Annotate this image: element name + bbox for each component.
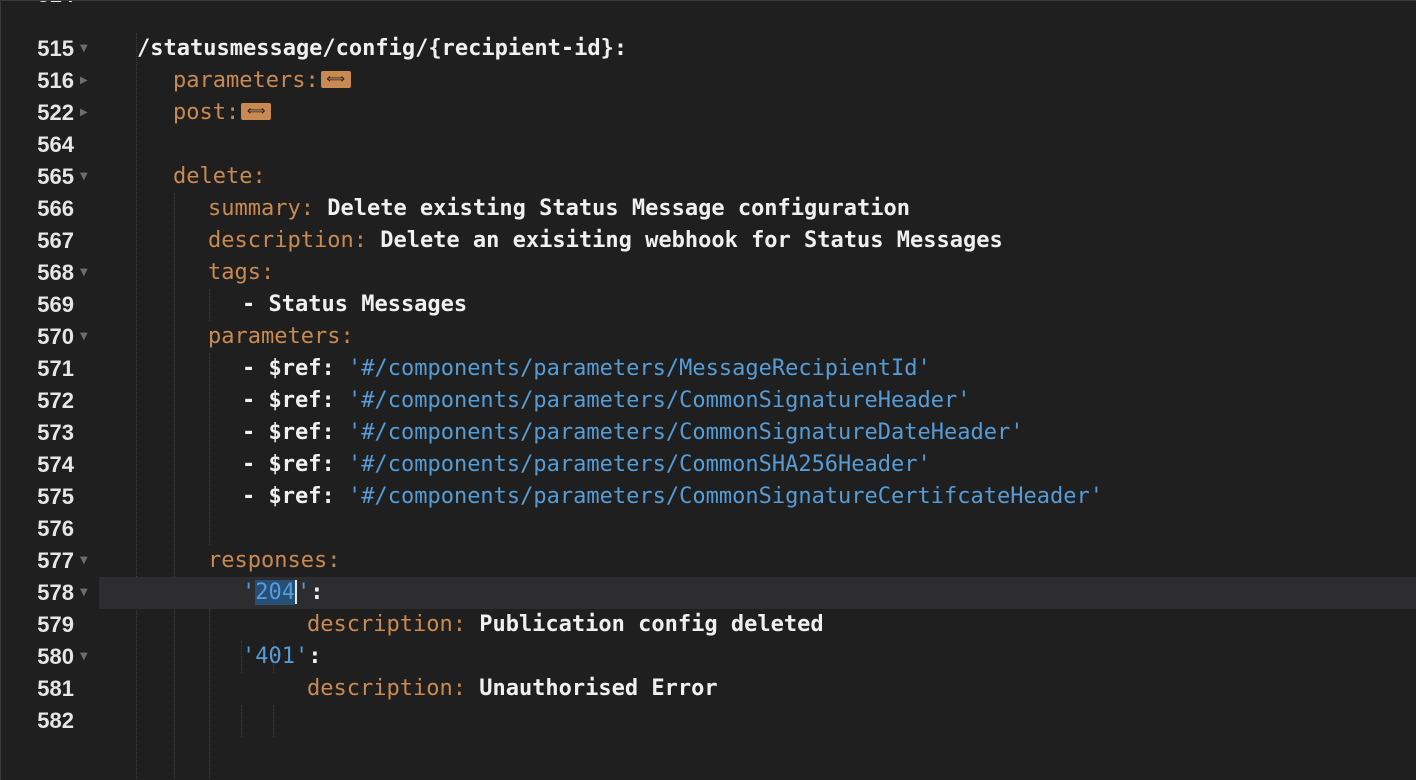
line-number: 575 <box>37 484 74 509</box>
delete-key: delete: <box>173 164 266 189</box>
summary-value: Delete existing Status Message configura… <box>327 196 911 221</box>
ref-value: '#/components/parameters/MessageRecipien… <box>347 356 931 381</box>
code-line[interactable]: 564 <box>1 129 1416 161</box>
quote-open: ' <box>242 580 256 605</box>
code-editor[interactable]: 514 515 ▼ /statusmessage/config/{recipie… <box>0 0 1416 780</box>
ref-value: '#/components/parameters/CommonSHA256Hea… <box>347 452 931 477</box>
line-number: 576 <box>37 516 74 541</box>
tag-item: - Status Messages <box>242 292 468 317</box>
line-number: 569 <box>37 292 74 317</box>
code-line[interactable]: 565 ▼ delete: <box>1 161 1416 193</box>
line-number: 577 <box>37 548 74 573</box>
ref-value: '#/components/parameters/CommonSignature… <box>347 420 1024 445</box>
post-key: post: <box>173 100 240 125</box>
line-number: 516 <box>37 68 74 93</box>
ref-value: '#/components/parameters/CommonSignature… <box>347 484 1103 509</box>
line-number: 572 <box>37 388 74 413</box>
code-line[interactable]: 573 - $ref: '#/components/parameters/Com… <box>1 417 1416 449</box>
fold-collapsed-icon[interactable]: ▶ <box>80 65 88 97</box>
line-number: 566 <box>37 196 74 221</box>
text-cursor <box>295 580 297 604</box>
code-line[interactable]: 582 <box>1 705 1416 737</box>
code-line[interactable]: 567 description: Delete an exisiting web… <box>1 225 1416 257</box>
list-dash: - <box>242 484 256 509</box>
code-line[interactable]: 574 - $ref: '#/components/parameters/Com… <box>1 449 1416 481</box>
list-dash: - <box>242 388 256 413</box>
fold-expanded-icon[interactable]: ▼ <box>80 321 88 353</box>
code-line[interactable]: 579 description: Publication config dele… <box>1 609 1416 641</box>
code-line[interactable]: 575 - $ref: '#/components/parameters/Com… <box>1 481 1416 513</box>
list-dash: - <box>242 452 256 477</box>
fold-collapsed-icon[interactable]: ▶ <box>80 97 88 129</box>
line-number: 574 <box>37 452 74 477</box>
line-number: 570 <box>37 324 74 349</box>
line-number: 567 <box>37 228 74 253</box>
ref-value: '#/components/parameters/CommonSignature… <box>347 388 971 413</box>
ref-key: $ref: <box>268 420 335 445</box>
code-line[interactable]: 569 - Status Messages <box>1 289 1416 321</box>
response-code: '401' <box>242 644 309 669</box>
fold-expanded-icon[interactable]: ▼ <box>80 577 88 609</box>
line-number: 580 <box>37 644 74 669</box>
description-key: description: <box>307 676 466 701</box>
line-number: 522 <box>37 100 74 125</box>
responses-key: responses: <box>208 548 341 573</box>
line-number: 582 <box>37 708 74 733</box>
line-number: 515 <box>37 36 74 61</box>
code-line[interactable]: 576 <box>1 513 1416 545</box>
line-number: 578 <box>37 580 74 605</box>
list-dash: - <box>242 356 256 381</box>
fold-expanded-icon[interactable]: ▼ <box>80 33 88 65</box>
summary-key: summary: <box>208 196 314 221</box>
fold-expanded-icon[interactable]: ▼ <box>80 545 88 577</box>
colon: : <box>308 644 322 669</box>
description-key: description: <box>208 228 367 253</box>
ref-key: $ref: <box>268 452 335 477</box>
line-number: 564 <box>37 132 74 157</box>
fold-expanded-icon[interactable]: ▼ <box>80 641 88 673</box>
code-line[interactable]: 580 ▼ '401': <box>1 641 1416 673</box>
quote-close: ' <box>297 580 311 605</box>
collapsed-section-icon[interactable]: ⟺ <box>320 70 351 88</box>
line-number: 571 <box>37 356 74 381</box>
line-number: 573 <box>37 420 74 445</box>
line-number: 568 <box>37 260 74 285</box>
code-line[interactable]: 581 description: Unauthorised Error <box>1 673 1416 705</box>
line-number-partial: 514 <box>1 1 74 9</box>
fold-expanded-icon[interactable]: ▼ <box>80 257 88 289</box>
ref-key: $ref: <box>268 356 335 381</box>
selected-text: 204 <box>255 580 295 605</box>
description-value: Delete an exisiting webhook for Status M… <box>380 228 1003 253</box>
tags-key: tags: <box>208 260 275 285</box>
parameters-key: parameters: <box>173 68 319 93</box>
code-line[interactable]: 571 - $ref: '#/components/parameters/Mes… <box>1 353 1416 385</box>
code-line[interactable]: 568 ▼ tags: <box>1 257 1416 289</box>
parameters-key: parameters: <box>208 324 354 349</box>
code-line[interactable]: 570 ▼ parameters: <box>1 321 1416 353</box>
description-value: Unauthorised Error <box>479 676 718 701</box>
code-line[interactable]: 572 - $ref: '#/components/parameters/Com… <box>1 385 1416 417</box>
code-line[interactable]: 522 ▶ post: ⟺ <box>1 97 1416 129</box>
code-line-active[interactable]: 578 ▼ '204': <box>1 577 1416 609</box>
description-key: description: <box>307 612 466 637</box>
list-dash: - <box>242 420 256 445</box>
description-value: Publication config deleted <box>479 612 824 637</box>
code-line[interactable]: 577 ▼ responses: <box>1 545 1416 577</box>
ref-key: $ref: <box>268 388 335 413</box>
colon: : <box>310 580 324 605</box>
line-number: 579 <box>37 612 74 637</box>
path-key: /statusmessage/config/{recipient-id}: <box>137 36 628 61</box>
code-line[interactable]: 516 ▶ parameters: ⟺ <box>1 65 1416 97</box>
ref-key: $ref: <box>268 484 335 509</box>
collapsed-section-icon[interactable]: ⟺ <box>241 102 272 120</box>
line-number: 581 <box>37 676 74 701</box>
line-number: 565 <box>37 164 74 189</box>
code-line[interactable]: 566 summary: Delete existing Status Mess… <box>1 193 1416 225</box>
code-line[interactable]: 515 ▼ /statusmessage/config/{recipient-i… <box>1 33 1416 65</box>
fold-expanded-icon[interactable]: ▼ <box>80 161 88 193</box>
